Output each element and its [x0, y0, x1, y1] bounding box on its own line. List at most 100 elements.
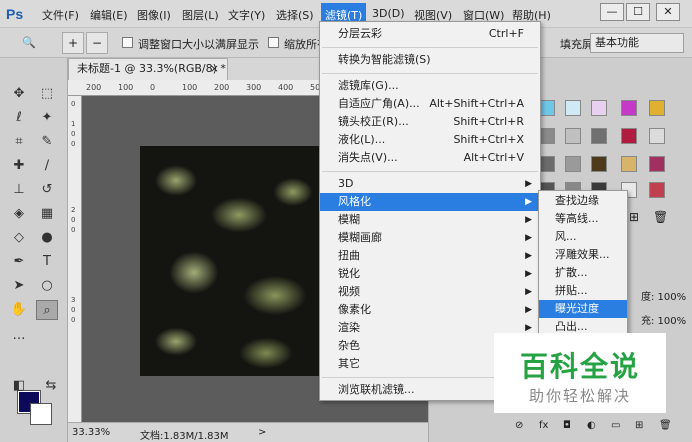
link-layers-icon[interactable]: ⊘	[515, 420, 523, 431]
submenu-arrow-icon: ▶	[525, 269, 532, 279]
style-swatch[interactable]	[565, 100, 581, 116]
crop-tool-icon[interactable]: ⌗	[8, 132, 30, 152]
document-tab-close-icon[interactable]: ×	[210, 59, 219, 79]
style-swatch[interactable]	[565, 128, 581, 144]
menu-item-3d[interactable]: 3D ▶	[320, 175, 540, 193]
eyedropper-icon[interactable]: ✎	[36, 132, 58, 152]
submenu-item-tiles[interactable]: 拼贴...	[539, 282, 627, 300]
menu-item-lens-correction[interactable]: 镜头校正(R)... Shift+Ctrl+R	[320, 113, 540, 131]
path-select-icon[interactable]: ➤	[8, 276, 30, 296]
hand-tool-icon[interactable]: ✋	[8, 300, 30, 320]
menu-image[interactable]: 图像(I)	[137, 7, 171, 23]
swap-colors-icon[interactable]: ⇆	[40, 376, 62, 396]
minimize-button[interactable]: —	[600, 3, 624, 21]
menu-item-distort[interactable]: 扭曲 ▶	[320, 247, 540, 265]
menu-select[interactable]: 选择(S)	[276, 7, 314, 23]
style-swatch[interactable]	[539, 156, 555, 172]
style-swatch[interactable]	[591, 128, 607, 144]
menu-item-vanishing-point[interactable]: 消失点(V)... Alt+Ctrl+V	[320, 149, 540, 167]
more-tools-icon[interactable]: …	[8, 326, 30, 346]
ruler-left-tick: 2	[71, 206, 76, 214]
move-tool-icon[interactable]: ✥	[8, 84, 30, 104]
ruler-left-tick: 0	[71, 226, 76, 234]
workspace-select[interactable]: 基本功能	[590, 33, 684, 53]
style-swatch[interactable]	[649, 128, 665, 144]
submenu-item-solarize[interactable]: 曝光过度	[539, 300, 627, 318]
opacity-field[interactable]: 度: 100%	[641, 288, 686, 303]
submenu-item-emboss[interactable]: 浮雕效果...	[539, 246, 627, 264]
stamp-tool-icon[interactable]: ⊥	[8, 180, 30, 200]
quick-mask-icon[interactable]	[8, 376, 30, 396]
new-style-icon[interactable]: ⊞	[629, 210, 639, 224]
pen-tool-icon[interactable]: ✒	[8, 252, 30, 272]
magic-wand-icon[interactable]: ✦	[36, 108, 58, 128]
blur-tool-icon[interactable]: ◇	[8, 228, 30, 248]
submenu-item-diffuse[interactable]: 扩散...	[539, 264, 627, 282]
zoom-all-checkbox[interactable]	[268, 37, 279, 48]
status-menu-arrow[interactable]: >	[258, 427, 266, 438]
style-swatch[interactable]	[649, 156, 665, 172]
ruler-left-tick: 0	[71, 306, 76, 314]
style-swatch[interactable]	[621, 156, 637, 172]
zoom-out-button[interactable]: −	[86, 32, 108, 54]
new-group-icon[interactable]: ▭	[611, 420, 620, 431]
menu-item-blur[interactable]: 模糊 ▶	[320, 211, 540, 229]
style-swatch[interactable]	[539, 128, 555, 144]
dodge-tool-icon[interactable]: ●	[36, 228, 58, 248]
style-swatch[interactable]	[591, 156, 607, 172]
submenu-item-wind[interactable]: 风...	[539, 228, 627, 246]
marquee-tool-icon[interactable]: ⬚	[36, 84, 58, 104]
history-brush-icon[interactable]: ↺	[36, 180, 58, 200]
delete-style-icon[interactable]: 🗑	[653, 210, 668, 224]
document-tab[interactable]: 未标题-1 @ 33.3%(RGB/8) * ×	[68, 58, 228, 80]
resize-windows-checkbox[interactable]	[122, 37, 133, 48]
style-swatch[interactable]	[539, 100, 555, 116]
close-button[interactable]: ✕	[656, 3, 680, 21]
document-image-clouds[interactable]	[140, 146, 320, 376]
menu-item-video[interactable]: 视频 ▶	[320, 283, 540, 301]
menu-item-blur-gallery[interactable]: 模糊画廊 ▶	[320, 229, 540, 247]
adjustment-icon[interactable]: ◐	[587, 420, 596, 431]
brush-tool-icon[interactable]: ∕	[36, 156, 58, 176]
submenu-arrow-icon: ▶	[525, 179, 532, 189]
gradient-tool-icon[interactable]: ▦	[36, 204, 58, 224]
menu-item-adaptive-wide-angle[interactable]: 自适应广角(A)... Alt+Shift+Ctrl+A	[320, 95, 540, 113]
menu-item-sharpen[interactable]: 锐化 ▶	[320, 265, 540, 283]
style-swatch[interactable]	[591, 100, 607, 116]
background-color-swatch[interactable]	[30, 403, 52, 425]
submenu-item-find-edges[interactable]: 查找边缘	[539, 192, 627, 210]
lasso-tool-icon[interactable]: ℓ	[8, 108, 30, 128]
fx-icon[interactable]: fx	[539, 420, 548, 431]
zoom-tool-icon[interactable]: ⌕	[36, 300, 58, 320]
eraser-tool-icon[interactable]: ◈	[8, 204, 30, 224]
style-swatch[interactable]	[649, 100, 665, 116]
menu-layer[interactable]: 图层(L)	[182, 7, 219, 23]
shape-tool-icon[interactable]: ○	[36, 276, 58, 296]
zoom-level[interactable]: 33.33%	[72, 427, 110, 438]
menu-file[interactable]: 文件(F)	[42, 7, 79, 23]
submenu-item-contour[interactable]: 等高线...	[539, 210, 627, 228]
menu-item-stylize[interactable]: 风格化 ▶	[320, 193, 540, 211]
menu-item-liquify[interactable]: 液化(L)... Shift+Ctrl+X	[320, 131, 540, 149]
style-swatch[interactable]	[649, 182, 665, 198]
style-swatch[interactable]	[621, 128, 637, 144]
mask-icon[interactable]: ◘	[563, 420, 571, 431]
healing-brush-icon[interactable]: ✚	[8, 156, 30, 176]
menu-item-pixelate[interactable]: 像素化 ▶	[320, 301, 540, 319]
zoom-tool-icon[interactable]: 🔍	[22, 36, 36, 49]
zoom-in-button[interactable]: +	[62, 32, 84, 54]
menu-3d[interactable]: 3D(D)	[372, 7, 405, 20]
menu-item-clouds-difference[interactable]: 分层云彩 Ctrl+F	[320, 25, 540, 43]
menu-item-smart-filter[interactable]: 转换为智能滤镜(S)	[320, 51, 540, 69]
fill-field[interactable]: 充: 100%	[641, 312, 686, 327]
type-tool-icon[interactable]: T	[36, 252, 58, 272]
menu-type[interactable]: 文字(Y)	[228, 7, 265, 23]
menu-edit[interactable]: 编辑(E)	[90, 7, 128, 23]
maximize-button[interactable]: ☐	[626, 3, 650, 21]
menu-item-filter-gallery[interactable]: 滤镜库(G)...	[320, 77, 540, 95]
delete-layer-icon[interactable]: 🗑	[659, 420, 672, 431]
fill-screen-button[interactable]: 填充屏	[560, 36, 593, 52]
style-swatch[interactable]	[621, 100, 637, 116]
new-layer-icon[interactable]: ⊞	[635, 420, 643, 431]
style-swatch[interactable]	[565, 156, 581, 172]
